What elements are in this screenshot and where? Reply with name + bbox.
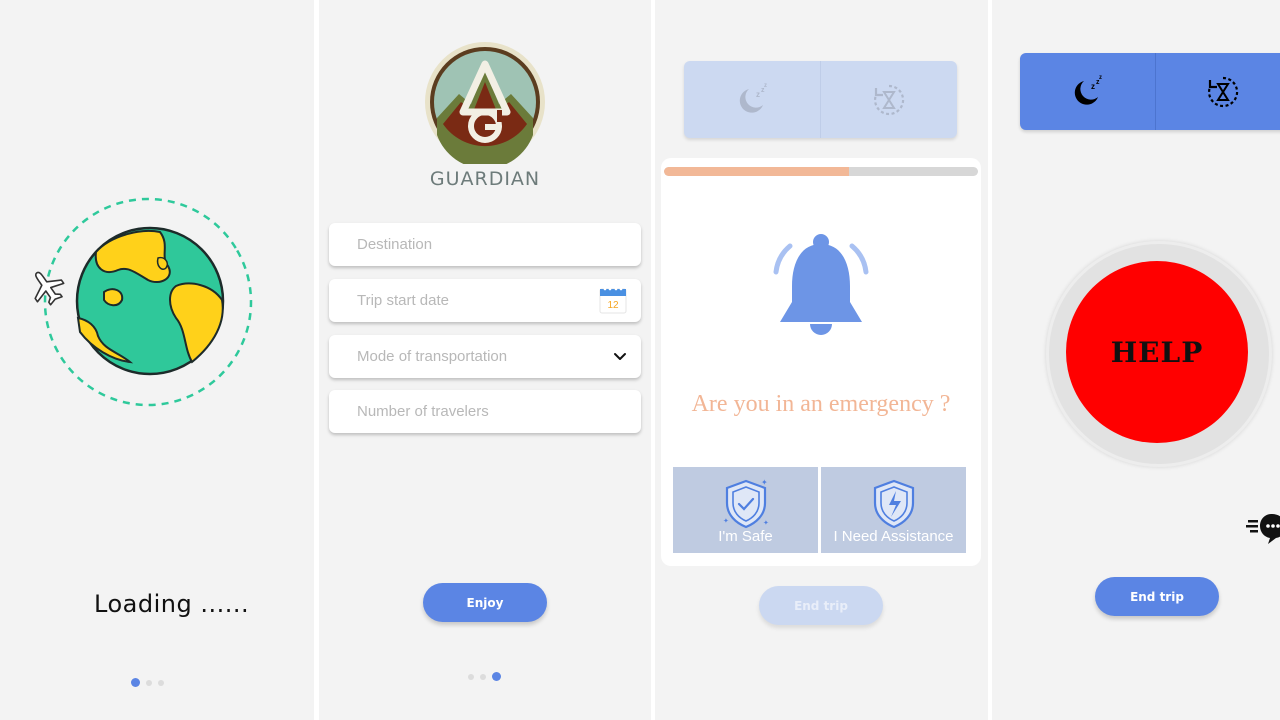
- tab-sleep[interactable]: z z z: [684, 61, 820, 138]
- mode-tabs: z z z: [684, 61, 957, 138]
- page-indicator: [468, 672, 501, 681]
- page-dot: [158, 679, 164, 686]
- destination-input[interactable]: [329, 223, 641, 266]
- progress-bar: [664, 167, 978, 176]
- end-trip-button-disabled[interactable]: End trip: [759, 586, 883, 625]
- page-dot: [468, 673, 474, 680]
- enjoy-button[interactable]: Enjoy: [423, 583, 547, 622]
- tab-sleep[interactable]: z z z: [1020, 53, 1155, 130]
- loading-screen: Loading ......: [0, 0, 314, 720]
- page-dot-active: [492, 672, 501, 681]
- travelers-input[interactable]: [329, 390, 641, 433]
- travelers-field[interactable]: [329, 390, 641, 433]
- calendar-icon[interactable]: 12: [599, 286, 627, 314]
- sleep-moon-icon: z z z: [739, 83, 767, 113]
- progress-fill: [664, 167, 850, 176]
- calendar-day: 12: [607, 300, 619, 311]
- emergency-check-screen: z z z Are you in an emergency ? ✦ ✦ ✦ I'…: [655, 0, 988, 720]
- app-name: GUARDIAN: [429, 168, 541, 190]
- emergency-question: Are you in an emergency ?: [691, 391, 951, 417]
- end-trip-button[interactable]: End trip: [1095, 577, 1219, 616]
- page-dot: [480, 673, 486, 680]
- help-button[interactable]: HELP: [1066, 261, 1248, 443]
- trip-setup-screen: GUARDIAN 12 Enjoy: [319, 0, 651, 720]
- svg-text:✦: ✦: [763, 519, 769, 527]
- svg-text:z: z: [764, 83, 767, 89]
- need-assistance-button[interactable]: I Need Assistance: [821, 467, 966, 553]
- svg-text:z: z: [756, 90, 760, 99]
- page-dot: [146, 679, 152, 686]
- chat-speech-icon[interactable]: [1246, 510, 1280, 546]
- alarm-bell-icon: [773, 234, 869, 335]
- guardian-logo: [425, 42, 545, 164]
- trip-start-date-field[interactable]: 12: [329, 279, 641, 322]
- shield-check-icon: ✦ ✦ ✦: [723, 478, 769, 529]
- svg-text:✦: ✦: [723, 517, 729, 525]
- help-screen: z z z HELP End trip: [992, 0, 1280, 720]
- chevron-down-icon[interactable]: [611, 347, 629, 365]
- need-assistance-label: I Need Assistance: [833, 528, 954, 545]
- emergency-card: Are you in an emergency ? ✦ ✦ ✦ I'm Safe…: [661, 158, 981, 566]
- im-safe-label: I'm Safe: [718, 528, 773, 545]
- timer-icon: [874, 84, 905, 115]
- im-safe-button[interactable]: ✦ ✦ ✦ I'm Safe: [673, 467, 818, 553]
- trip-start-date-input[interactable]: [329, 279, 641, 322]
- globe-plane-illustration: [34, 197, 253, 407]
- sleep-moon-icon: z z z: [1075, 75, 1102, 105]
- svg-text:z: z: [1091, 82, 1095, 91]
- svg-text:✦: ✦: [761, 478, 768, 487]
- loading-text: Loading ......: [94, 590, 250, 618]
- destination-field[interactable]: [329, 223, 641, 266]
- transportation-input[interactable]: [329, 335, 641, 378]
- page-indicator: [131, 678, 164, 687]
- svg-text:z: z: [1099, 75, 1102, 81]
- page-dot-active: [131, 678, 140, 687]
- mode-tabs: z z z: [1020, 53, 1280, 130]
- tab-timer[interactable]: [1154, 53, 1280, 130]
- airplane-icon: [34, 271, 65, 306]
- timer-icon: [1207, 76, 1238, 107]
- shield-alert-icon: [873, 479, 914, 529]
- transportation-select[interactable]: [329, 335, 641, 378]
- tab-timer[interactable]: [820, 61, 957, 138]
